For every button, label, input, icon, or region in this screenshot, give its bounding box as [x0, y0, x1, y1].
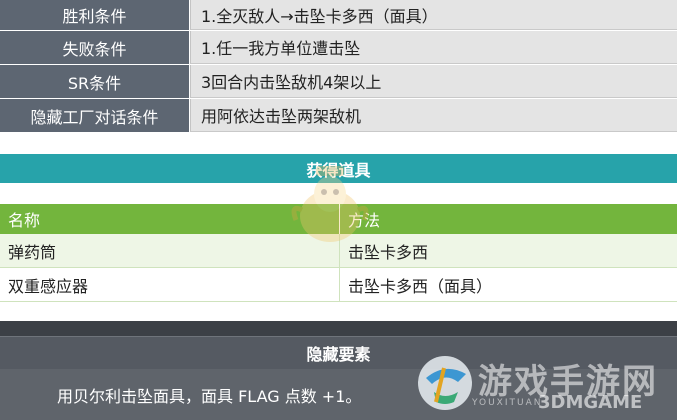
- condition-value: 1.全灭敌人→击坠卡多西（面具）: [190, 0, 677, 30]
- condition-row-victory: 胜利条件 1.全灭敌人→击坠卡多西（面具）: [0, 0, 677, 31]
- condition-row-defeat: 失败条件 1.任一我方单位遭击坠: [0, 31, 677, 65]
- condition-label: 隐藏工厂对话条件: [0, 99, 190, 132]
- logo-subtext: YOUXITUAN: [472, 398, 543, 408]
- item-method: 击坠卡多西（面具）: [348, 276, 493, 296]
- column-header-method: 方法: [348, 211, 381, 230]
- site-logo-watermark: 游戏手游网 YOUXITUAN 3DMGAME: [410, 348, 677, 419]
- condition-label: 失败条件: [0, 31, 190, 64]
- conditions-table: 胜利条件 1.全灭敌人→击坠卡多西（面具） 失败条件 1.任一我方单位遭击坠 S…: [0, 0, 677, 133]
- condition-value: 3回合内击坠敌机4架以上: [190, 65, 677, 98]
- condition-row-hidden-factory: 隐藏工厂对话条件 用阿依达击坠两架敌机: [0, 99, 677, 133]
- brand-text: 3DMGAME: [538, 392, 643, 413]
- condition-label: 胜利条件: [0, 0, 190, 30]
- table-row: 双重感应器 击坠卡多西（面具）: [0, 268, 677, 302]
- item-name: 双重感应器: [0, 268, 340, 301]
- condition-value: 用阿依达击坠两架敌机: [190, 99, 677, 132]
- hidden-section-strip: [0, 321, 677, 336]
- condition-label: SR条件: [0, 65, 190, 98]
- item-method: 击坠卡多西: [348, 242, 429, 262]
- mascot-watermark-icon: [291, 166, 369, 242]
- condition-value: 1.任一我方单位遭击坠: [190, 31, 677, 64]
- condition-row-sr: SR条件 3回合内击坠敌机4架以上: [0, 65, 677, 99]
- logo-emblem-icon: [418, 356, 472, 410]
